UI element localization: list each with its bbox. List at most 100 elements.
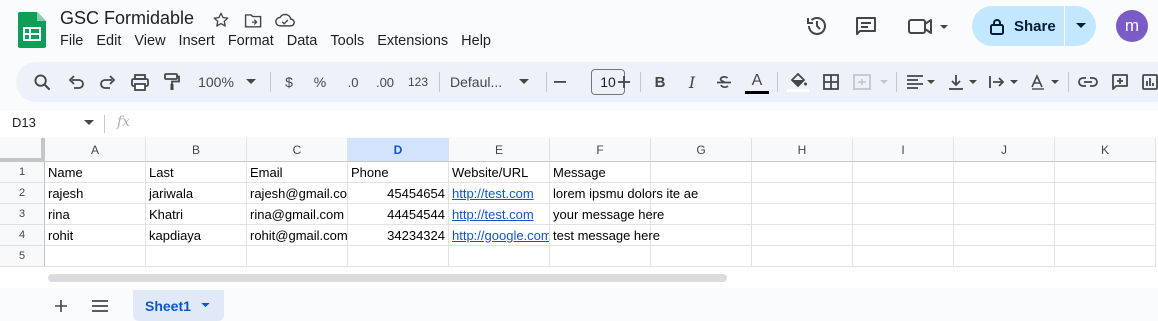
table-cell[interactable] [651,246,752,267]
table-cell[interactable] [1055,246,1156,267]
menu-view[interactable]: View [134,33,165,49]
table-cell[interactable] [146,246,247,267]
column-header-a[interactable]: A [45,138,146,162]
redo-icon[interactable] [96,62,120,102]
table-cell[interactable] [550,246,651,267]
table-cell[interactable]: Last [146,162,247,183]
bold-button[interactable]: B [650,62,670,102]
column-header-g[interactable]: G [651,138,752,162]
table-cell[interactable] [954,204,1055,225]
font-family-select[interactable]: Defaul... [450,62,516,102]
text-wrapping-icon[interactable] [987,62,1021,102]
move-to-folder-icon[interactable] [242,10,264,30]
table-cell[interactable]: rajesh@gmail.com [247,183,348,204]
percent-format-button[interactable]: % [309,62,331,102]
insert-chart-icon[interactable] [1138,62,1158,102]
table-cell[interactable]: rohit [45,225,146,246]
decrease-decimal-button[interactable]: .0 [339,62,367,102]
star-icon[interactable] [210,10,232,30]
share-dropdown-button[interactable] [1065,6,1096,46]
table-cell[interactable] [853,162,954,183]
table-cell[interactable]: lorem ipsmu dolors ite ae [550,183,698,204]
table-cell[interactable]: 44454544 [348,204,449,225]
name-box-dropdown-icon[interactable] [84,120,94,126]
table-cell[interactable] [752,225,853,246]
row-header[interactable]: 3 [0,204,45,225]
account-avatar[interactable]: m [1116,10,1148,42]
undo-icon[interactable] [64,62,88,102]
table-cell[interactable]: Email [247,162,348,183]
increase-font-size-icon[interactable] [616,62,632,102]
table-cell[interactable] [1055,225,1156,246]
share-button[interactable]: Share [972,6,1064,46]
table-cell[interactable]: kapdiaya [146,225,247,246]
row-header[interactable]: 4 [0,225,45,246]
text-color-button[interactable]: A [745,62,769,102]
table-cell[interactable] [954,162,1055,183]
name-box[interactable]: D13 [12,115,36,130]
italic-button[interactable]: I [682,62,702,102]
table-cell[interactable] [651,162,752,183]
version-history-icon[interactable] [803,12,831,40]
column-header-h[interactable]: H [752,138,853,162]
merge-cells-icon[interactable] [852,62,890,102]
table-cell[interactable] [45,246,146,267]
table-cell[interactable]: Website/URL [449,162,550,183]
table-cell[interactable] [853,225,954,246]
table-cell[interactable]: 34234324 [348,225,449,246]
menu-help[interactable]: Help [461,33,491,49]
table-cell[interactable] [449,246,550,267]
table-cell[interactable]: Khatri [146,204,247,225]
cloud-saved-icon[interactable] [274,10,296,30]
table-cell[interactable]: jariwala [146,183,247,204]
table-cell[interactable] [1055,162,1156,183]
horizontal-scrollbar[interactable] [48,274,727,282]
table-cell[interactable] [752,183,853,204]
sheet-tab-sheet1[interactable]: Sheet1 [133,290,224,321]
row-header[interactable]: 5 [0,246,45,267]
add-sheet-icon[interactable] [46,290,76,321]
table-cell[interactable]: rina@gmail.com [247,204,348,225]
table-cell[interactable] [1055,204,1156,225]
sheets-logo-icon[interactable] [18,12,46,48]
table-cell[interactable] [853,204,954,225]
table-cell[interactable] [752,162,853,183]
horizontal-align-icon[interactable] [904,62,938,102]
print-icon[interactable] [128,62,152,102]
table-cell[interactable] [853,183,954,204]
column-header-e[interactable]: E [449,138,550,162]
table-cell[interactable]: http://test.com [449,183,550,204]
insert-comment-icon[interactable] [1108,62,1132,102]
menu-edit[interactable]: Edit [96,33,121,49]
table-cell[interactable]: Message [550,162,651,183]
comments-icon[interactable] [852,12,880,40]
decrease-font-size-icon[interactable] [552,62,568,102]
formula-input[interactable] [145,114,1145,134]
strikethrough-icon[interactable] [713,62,735,102]
select-all-corner[interactable] [0,138,45,162]
all-sheets-icon[interactable] [85,290,115,321]
row-header[interactable]: 1 [0,162,45,183]
table-cell[interactable]: rajesh [45,183,146,204]
table-cell[interactable] [651,204,752,225]
menu-file[interactable]: File [60,33,83,49]
table-cell[interactable] [752,246,853,267]
insert-link-icon[interactable] [1076,62,1100,102]
menu-format[interactable]: Format [228,33,274,49]
text-rotation-icon[interactable] [1028,62,1062,102]
table-cell[interactable]: your message here [550,204,664,225]
table-cell[interactable] [954,225,1055,246]
menu-tools[interactable]: Tools [330,33,364,49]
menu-data[interactable]: Data [287,33,318,49]
zoom-dropdown-icon[interactable] [242,62,260,102]
table-cell[interactable] [954,183,1055,204]
table-cell[interactable]: test message here [550,225,660,246]
meet-video-icon[interactable] [906,12,952,40]
sheet-menu-caret-icon[interactable] [201,303,210,308]
table-cell[interactable]: 45454654 [348,183,449,204]
vertical-align-icon[interactable] [946,62,980,102]
search-menus-icon[interactable] [30,62,54,102]
column-header-i[interactable]: I [853,138,954,162]
table-cell[interactable] [247,246,348,267]
table-cell[interactable] [752,204,853,225]
